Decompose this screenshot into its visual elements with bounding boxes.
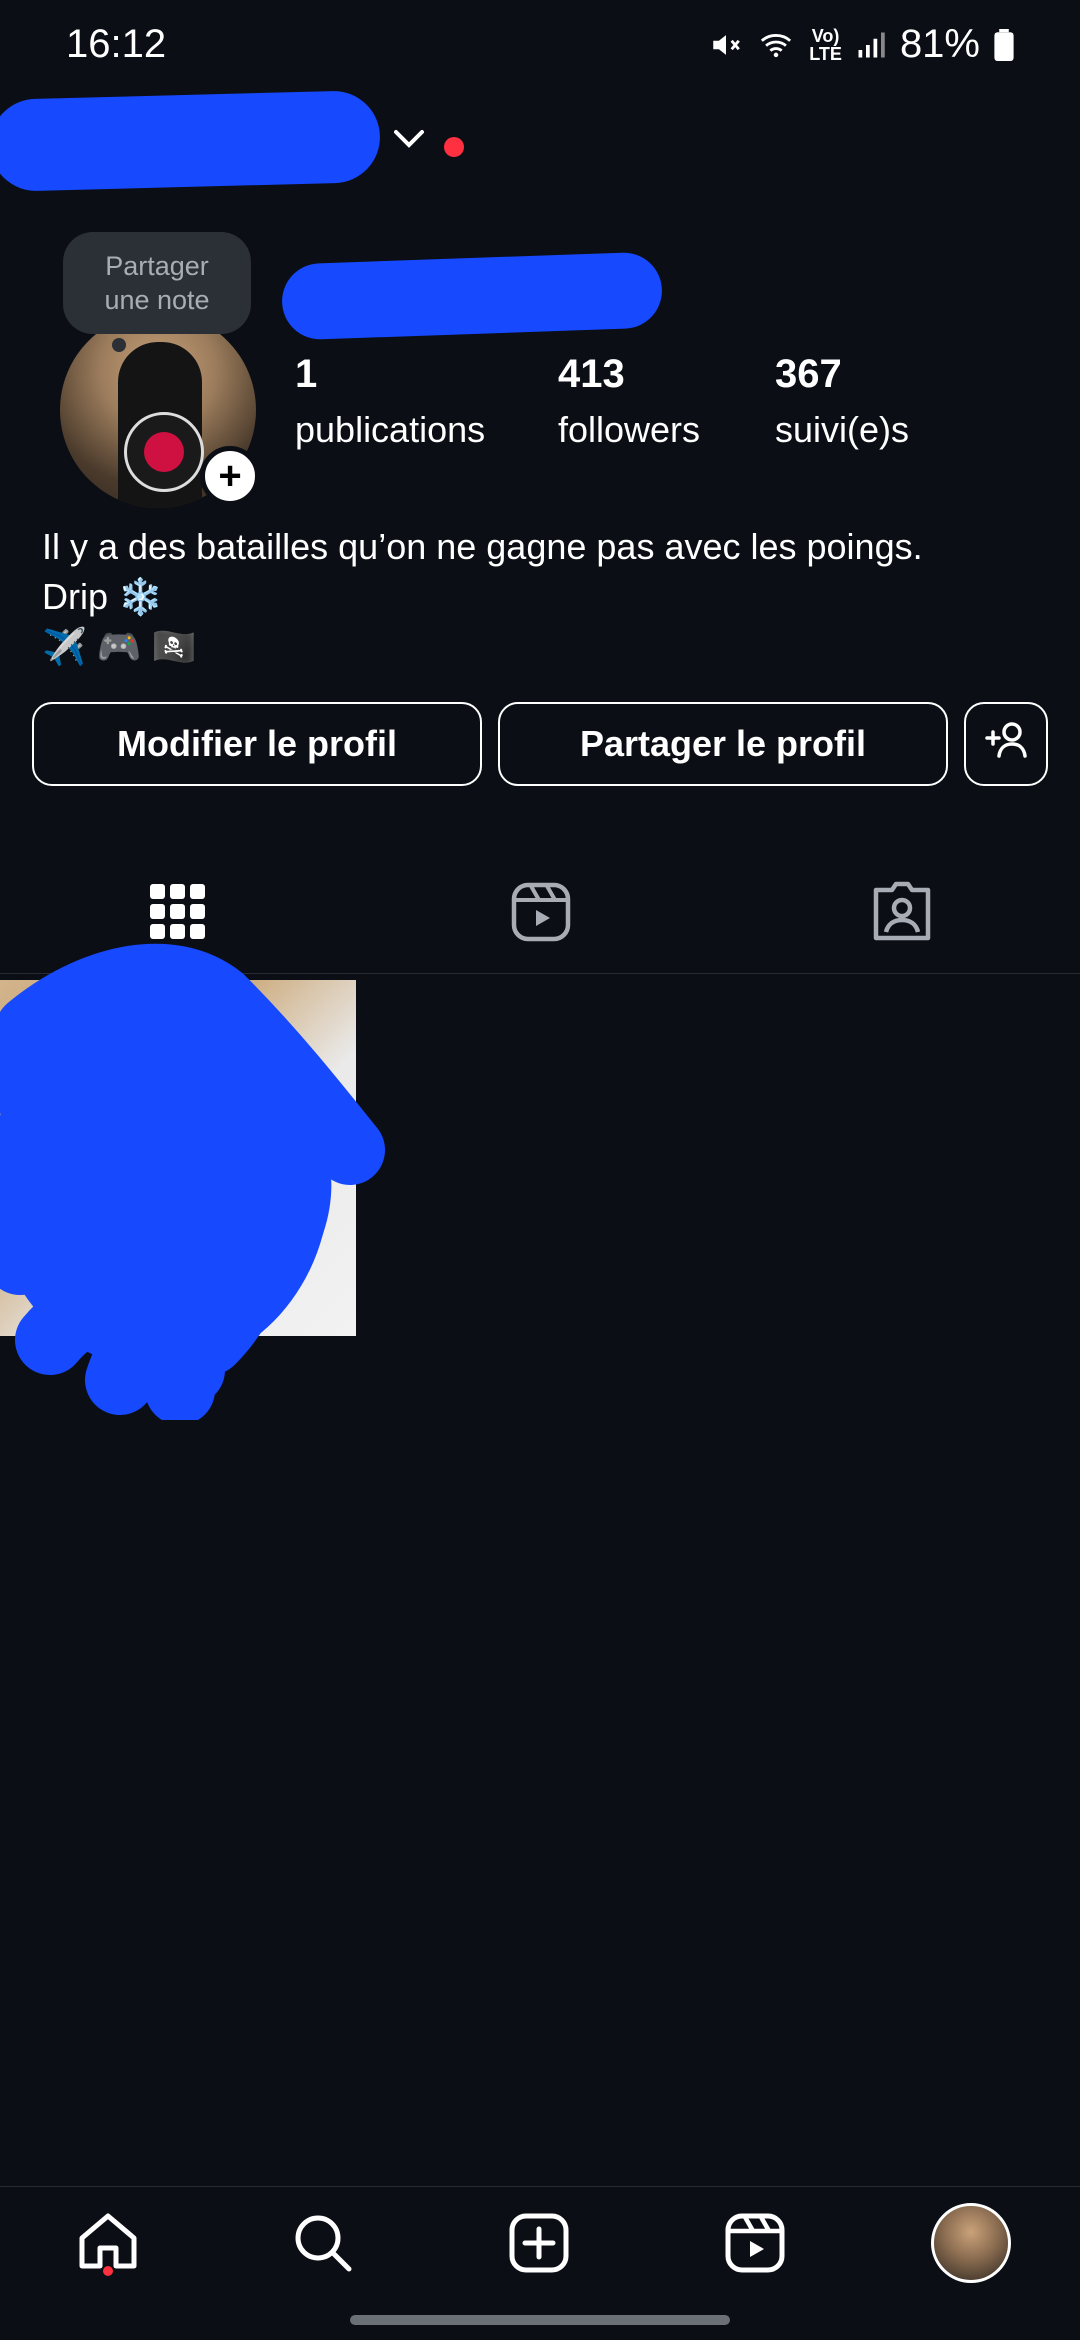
stat-followers[interactable]: 413 followers	[558, 352, 700, 451]
create-icon[interactable]	[509, 2213, 569, 2278]
stat-label: followers	[558, 409, 701, 450]
bio-line: ✈️ 🎮 🏴‍☠️	[42, 626, 197, 667]
share-profile-button[interactable]: Partager le profil	[498, 702, 948, 786]
wifi-icon	[757, 28, 795, 62]
status-time: 16:12	[66, 22, 167, 66]
bio: Il y a des batailles qu’on ne gagne pas …	[42, 522, 923, 672]
home-notification-dot	[103, 2266, 113, 2276]
mute-icon	[709, 28, 743, 62]
stat-label: publications	[295, 409, 486, 450]
post-redaction	[0, 943, 385, 1420]
add-story-button[interactable]: +	[200, 446, 260, 506]
username-redaction	[0, 89, 382, 193]
chevron-down-icon[interactable]	[392, 128, 426, 155]
bio-line: Il y a des batailles qu’on ne gagne pas …	[42, 526, 923, 567]
search-icon[interactable]	[292, 2212, 354, 2279]
tagged-icon[interactable]	[872, 880, 932, 947]
discover-people-button[interactable]	[964, 702, 1048, 786]
stat-count: 413	[558, 352, 625, 396]
note-line-1: Partager	[105, 251, 209, 281]
grid-icon[interactable]	[150, 884, 206, 945]
stat-count: 367	[775, 352, 842, 396]
name-redaction	[280, 251, 664, 341]
status-icons: Vo) LTE 81%	[709, 22, 1014, 67]
signal-icon	[856, 30, 886, 60]
home-indicator[interactable]	[350, 2315, 730, 2325]
stat-label: suivi(e)s	[775, 409, 910, 450]
note-line-2: une note	[104, 285, 210, 315]
volte-icon: Vo) LTE	[809, 25, 842, 64]
reels-nav-icon[interactable]	[725, 2213, 785, 2278]
notification-dot	[444, 137, 464, 157]
note-bubble[interactable]: Partager une note	[63, 232, 251, 334]
battery-percent: 81%	[899, 22, 980, 66]
stat-following[interactable]: 367 suivi(e)s	[775, 352, 909, 451]
battery-icon	[994, 28, 1014, 61]
edit-profile-button[interactable]: Modifier le profil	[32, 702, 482, 786]
reels-icon[interactable]	[511, 882, 571, 947]
bio-line: Drip ❄️	[42, 576, 163, 617]
raptors-logo-icon	[124, 412, 204, 492]
stat-publications[interactable]: 1 publications	[295, 352, 485, 451]
profile-avatar[interactable]	[931, 2203, 1011, 2283]
note-bubble-tail	[112, 338, 126, 352]
stat-count: 1	[295, 352, 318, 396]
add-person-icon	[983, 720, 1029, 769]
